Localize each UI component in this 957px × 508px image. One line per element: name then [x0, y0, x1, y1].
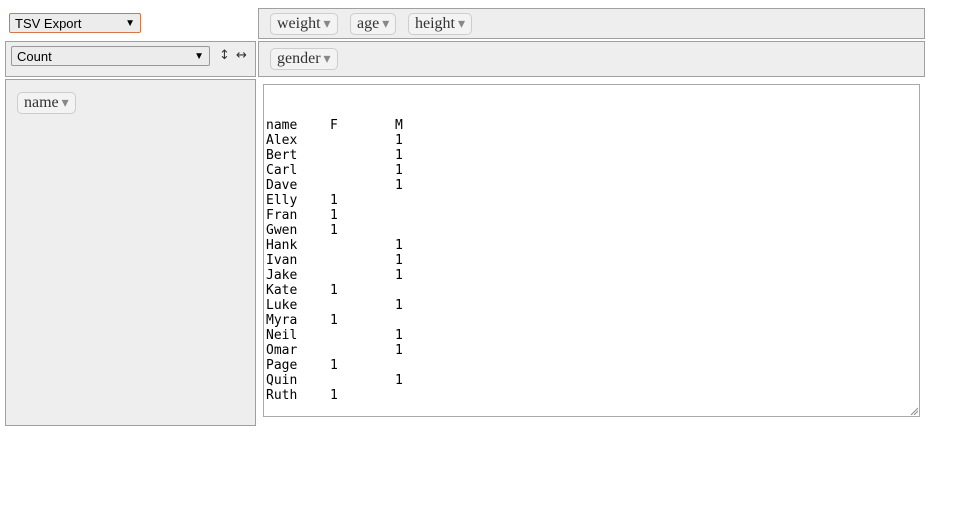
triangle-down-icon[interactable]: ▾ [458, 17, 465, 32]
tsv-cell: 1 [395, 238, 403, 253]
tsv-row-line: Fran 1 [266, 208, 919, 223]
chevron-down-icon: ▼ [125, 18, 135, 29]
tsv-cell: Alex [266, 133, 298, 148]
tsv-row-line: Luke 1 [266, 298, 919, 313]
triangle-down-icon[interactable]: ▾ [62, 96, 69, 111]
tsv-cell: Hank [266, 238, 298, 253]
tsv-row-line: Ivan 1 [266, 253, 919, 268]
tsv-cell: Neil [266, 328, 298, 343]
tsv-row-line: Omar 1 [266, 343, 919, 358]
tsv-cell: 1 [395, 298, 403, 313]
tsv-cell: Page [266, 358, 298, 373]
tsv-row-line: Ruth 1 [266, 388, 919, 403]
row-attributes-area: name ▾ [5, 79, 256, 426]
tsv-row-line: Jake 1 [266, 268, 919, 283]
attribute-label: age [357, 15, 380, 32]
tsv-row-line: Bert 1 [266, 148, 919, 163]
tsv-row-line: Myra 1 [266, 313, 919, 328]
unused-attributes-area: weight ▾ age ▾ height ▾ [258, 8, 925, 39]
tsv-cell: Jake [266, 268, 298, 283]
tsv-cell: 1 [395, 268, 403, 283]
tsv-cell: 1 [395, 373, 403, 388]
tsv-cell: 1 [395, 148, 403, 163]
tsv-cell: Kate [266, 283, 298, 298]
tsv-cell: Ruth [266, 388, 298, 403]
tsv-row-line: Kate 1 [266, 283, 919, 298]
tsv-cell: Omar [266, 343, 298, 358]
tsv-cell: Fran [266, 208, 298, 223]
attribute-name[interactable]: name ▾ [17, 92, 76, 114]
tsv-cell: name [266, 118, 298, 133]
tsv-row-line: Page 1 [266, 358, 919, 373]
tsv-cell: Myra [266, 313, 298, 328]
tsv-cell: Bert [266, 148, 298, 163]
tsv-row-line: Alex 1 [266, 133, 919, 148]
aggregator-select-value: Count [17, 49, 52, 64]
attribute-weight[interactable]: weight ▾ [270, 13, 338, 35]
tsv-cell: 1 [395, 133, 403, 148]
attribute-height[interactable]: height ▾ [408, 13, 473, 35]
tsv-row-line: Dave 1 [266, 178, 919, 193]
tsv-row-line: Carl 1 [266, 163, 919, 178]
tsv-cell: Quin [266, 373, 298, 388]
tsv-row-line: Gwen 1 [266, 223, 919, 238]
tsv-cell: 1 [395, 343, 403, 358]
renderer-select[interactable]: TSV Export ▼ [9, 13, 141, 33]
tsv-cell: 1 [330, 313, 338, 328]
tsv-cell: 1 [330, 193, 338, 208]
tsv-cell: Ivan [266, 253, 298, 268]
triangle-down-icon[interactable]: ▾ [382, 17, 389, 32]
tsv-cell: 1 [330, 283, 338, 298]
col-sort-order-button[interactable]: ↔ [236, 48, 247, 64]
attribute-label: gender [277, 50, 321, 67]
attribute-label: weight [277, 15, 321, 32]
resize-grip-icon[interactable] [910, 407, 918, 415]
tsv-cell: M [395, 118, 403, 133]
triangle-down-icon[interactable]: ▾ [324, 17, 331, 32]
row-sort-order-button[interactable]: ↕ [219, 48, 230, 64]
tsv-cell: Elly [266, 193, 298, 208]
tsv-header-line: name F M [266, 118, 919, 133]
tsv-lines: name F M Alex 1 Bert 1 Carl 1 Dave 1 Elly 1 Fran 1 Gwen… [266, 118, 919, 403]
tsv-row-line: Neil 1 [266, 328, 919, 343]
tsv-cell: Luke [266, 298, 298, 313]
attribute-label: height [415, 15, 455, 32]
attribute-gender[interactable]: gender ▾ [270, 48, 338, 70]
tsv-row-line: Elly 1 [266, 193, 919, 208]
aggregator-select[interactable]: Count ▼ [11, 46, 210, 66]
attribute-label: name [24, 94, 59, 111]
chevron-down-icon: ▼ [194, 51, 204, 62]
tsv-cell: 1 [395, 163, 403, 178]
tsv-cell: Dave [266, 178, 298, 193]
tsv-output-textarea[interactable]: name F M Alex 1 Bert 1 Carl 1 Dave 1 Elly 1 Fran 1 Gwen… [263, 84, 920, 417]
tsv-cell: Carl [266, 163, 298, 178]
attribute-age[interactable]: age ▾ [350, 13, 397, 35]
triangle-down-icon[interactable]: ▾ [324, 52, 331, 67]
tsv-cell: 1 [395, 328, 403, 343]
tsv-cell: 1 [330, 388, 338, 403]
tsv-row-line: Quin 1 [266, 373, 919, 388]
tsv-cell: 1 [330, 208, 338, 223]
tsv-row-line: Hank 1 [266, 238, 919, 253]
tsv-cell: Gwen [266, 223, 298, 238]
tsv-cell: 1 [330, 358, 338, 373]
tsv-cell: 1 [395, 253, 403, 268]
renderer-select-value: TSV Export [15, 16, 82, 31]
tsv-cell: 1 [330, 223, 338, 238]
tsv-cell: 1 [395, 178, 403, 193]
column-attributes-area: gender ▾ [258, 41, 925, 77]
tsv-cell: F [330, 118, 338, 133]
